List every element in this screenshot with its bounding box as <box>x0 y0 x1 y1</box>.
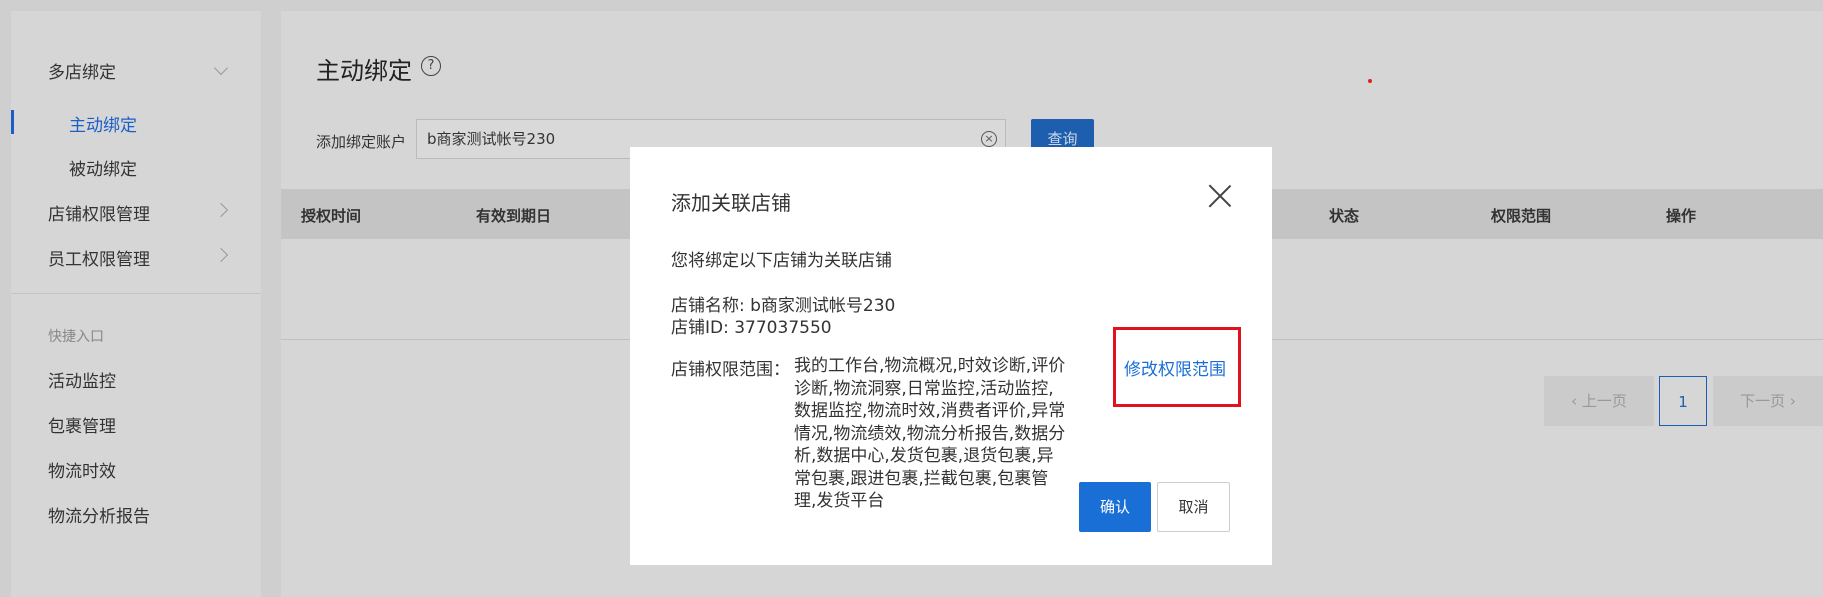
next-page-button[interactable]: 下一页 › <box>1713 376 1823 426</box>
chevron-down-icon[interactable] <box>213 60 229 76</box>
column-header-status: 状态 <box>1329 207 1360 225</box>
page-title: 主动绑定 <box>316 57 412 85</box>
column-header-permission: 权限范围 <box>1491 207 1552 225</box>
help-icon[interactable]: ? <box>421 56 441 76</box>
modal-intro: 您将绑定以下店铺为关联店铺 <box>671 251 892 271</box>
cursor-dot <box>1368 79 1372 83</box>
sidebar-item-label: 物流时效 <box>48 462 116 482</box>
column-header-action: 操作 <box>1666 207 1697 225</box>
cancel-button[interactable]: 取消 <box>1157 482 1230 532</box>
sidebar-item-label: 员工权限管理 <box>48 250 150 270</box>
sidebar-item-label: 多店绑定 <box>48 63 116 83</box>
sidebar-group-multi-store[interactable]: 多店绑定 <box>48 58 116 83</box>
sidebar-group-staff-permission[interactable]: 员工权限管理 <box>48 245 150 270</box>
column-header-expiry: 有效到期日 <box>476 207 552 225</box>
shortcut-activity-monitor[interactable]: 活动监控 <box>48 367 116 392</box>
active-indicator <box>11 110 14 134</box>
sidebar-item-label: 包裹管理 <box>48 417 116 437</box>
sidebar-group-store-permission[interactable]: 店铺权限管理 <box>48 200 150 225</box>
modal-title: 添加关联店铺 <box>671 191 791 215</box>
prev-page-button[interactable]: ‹ 上一页 <box>1544 376 1654 426</box>
shortcut-section-title: 快捷入口 <box>48 329 104 345</box>
shop-id: 店铺ID: 377037550 <box>671 318 832 338</box>
bind-account-value: b商家测试帐号230 <box>427 130 556 148</box>
page-number-button[interactable]: 1 <box>1659 376 1707 426</box>
bind-account-label: 添加绑定账户 <box>316 133 407 151</box>
shortcut-logistics-report[interactable]: 物流分析报告 <box>48 502 150 527</box>
sidebar: 多店绑定 主动绑定 被动绑定 店铺权限管理 员工权限管理 快捷入口 活动监控 包… <box>11 11 261 597</box>
shortcut-package-management[interactable]: 包裹管理 <box>48 412 116 437</box>
close-icon[interactable] <box>1207 183 1233 209</box>
clear-icon[interactable]: × <box>981 131 997 147</box>
sidebar-item-passive-bind[interactable]: 被动绑定 <box>69 155 137 180</box>
chevron-right-icon[interactable] <box>213 247 229 263</box>
add-linked-store-modal: 添加关联店铺 您将绑定以下店铺为关联店铺 店铺名称: b商家测试帐号230 店铺… <box>630 147 1272 565</box>
edit-permission-link[interactable]: 修改权限范围 <box>1124 355 1226 380</box>
permission-scope-label: 店铺权限范围： <box>671 360 790 380</box>
shortcut-logistics-timeliness[interactable]: 物流时效 <box>48 457 116 482</box>
sidebar-item-label: 活动监控 <box>48 372 116 392</box>
confirm-button[interactable]: 确认 <box>1079 482 1151 532</box>
column-header-auth-time: 授权时间 <box>301 207 362 225</box>
sidebar-item-label: 被动绑定 <box>69 160 137 180</box>
sidebar-item-active-bind[interactable]: 主动绑定 <box>69 111 137 136</box>
sidebar-item-label: 物流分析报告 <box>48 507 150 527</box>
chevron-right-icon[interactable] <box>213 202 229 218</box>
sidebar-item-label: 店铺权限管理 <box>48 205 150 225</box>
sidebar-item-label: 主动绑定 <box>69 116 137 136</box>
sidebar-divider <box>11 293 261 294</box>
permission-scope-value: 我的工作台,物流概况,时效诊断,评价诊断,物流洞察,日常监控,活动监控,数据监控… <box>794 356 1066 511</box>
